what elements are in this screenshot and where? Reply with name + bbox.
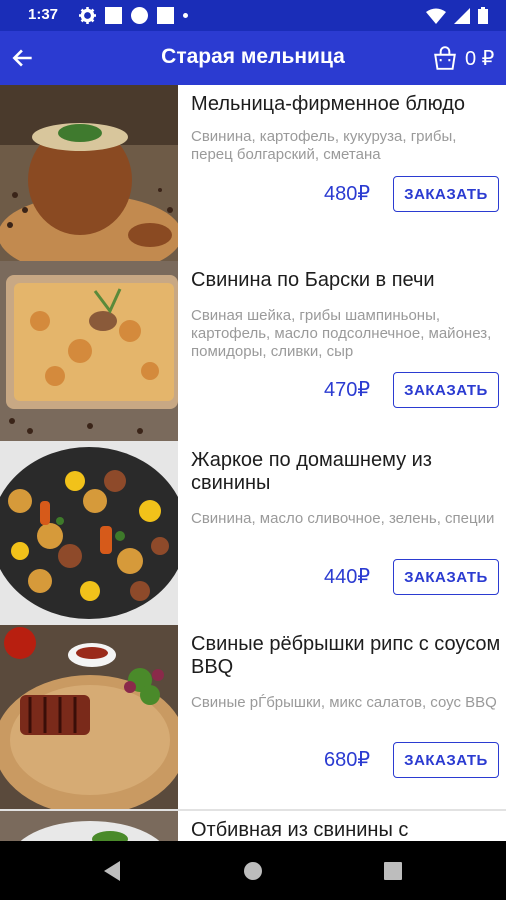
signal-icon [454,7,470,24]
dish-name: Отбивная из свинины с [191,819,409,841]
dish-price: 470₽ [324,379,371,401]
nav-home-icon[interactable] [243,861,263,881]
dish-photo [0,811,178,841]
dish-description: Свиная шейка, грибы шампиньоны, картофел… [191,307,492,360]
order-button[interactable]: ЗАКАЗАТЬ [393,372,499,408]
dish-name: Жаркое по домашнему из свинины [191,449,432,494]
dish-description: Свинина, масло сливочное, зелень, специи [191,510,495,527]
order-button[interactable]: ЗАКАЗАТЬ [393,176,499,212]
notification-circle-icon [131,7,148,24]
navigation-bar [0,841,506,900]
order-button[interactable]: ЗАКАЗАТЬ [393,559,499,595]
wifi-icon [426,8,446,24]
list-item[interactable]: Мельница-фирменное блюдо Свинина, картоф… [0,85,506,263]
dish-photo [0,441,178,625]
notification-dot-icon [183,13,188,18]
notification-icons [79,7,188,24]
notification-square-icon-2 [157,7,174,24]
dish-photo [0,261,178,441]
cart-total[interactable]: 0 ₽ [465,46,494,71]
dish-price: 680₽ [324,749,371,771]
dish-price: 440₽ [324,566,371,588]
status-time: 1:37 [28,6,59,23]
dish-name: Свиные рёбрышки рипс с соусом BBQ [191,633,501,678]
list-item[interactable]: Свиные рёбрышки рипс с соусом BBQ Свиные… [0,625,506,811]
nav-back-icon[interactable] [102,860,122,882]
dish-description: Свинина, картофель, кукуруза, грибы, пер… [191,128,457,163]
dish-name: Мельница-фирменное блюдо [191,93,465,115]
nav-recents-icon[interactable] [384,862,402,880]
menu-list: Мельница-фирменное блюдо Свинина, картоф… [0,85,506,841]
dish-photo [0,625,178,809]
list-item[interactable]: Свинина по Барски в печи Свиная шейка, г… [0,261,506,443]
list-item[interactable]: Жаркое по домашнему из свинины Свинина, … [0,441,506,627]
page-title: Старая мельница [161,45,345,68]
app-bar: Старая мельница 0 ₽ [0,31,506,85]
dish-name: Свинина по Барски в печи [191,269,435,291]
list-item[interactable]: Отбивная из свинины с [0,811,506,841]
settings-icon [79,7,96,24]
notification-square-icon [105,7,122,24]
dish-photo [0,85,178,261]
dish-description: Свиные рЃбрышки, микс салатов, соус BBQ [191,694,497,711]
battery-icon [478,7,488,24]
system-icons [426,7,488,24]
dish-price: 480₽ [324,183,371,205]
shopping-bag-icon[interactable] [432,45,458,71]
status-bar: 1:37 [0,0,506,31]
order-button[interactable]: ЗАКАЗАТЬ [393,742,499,778]
